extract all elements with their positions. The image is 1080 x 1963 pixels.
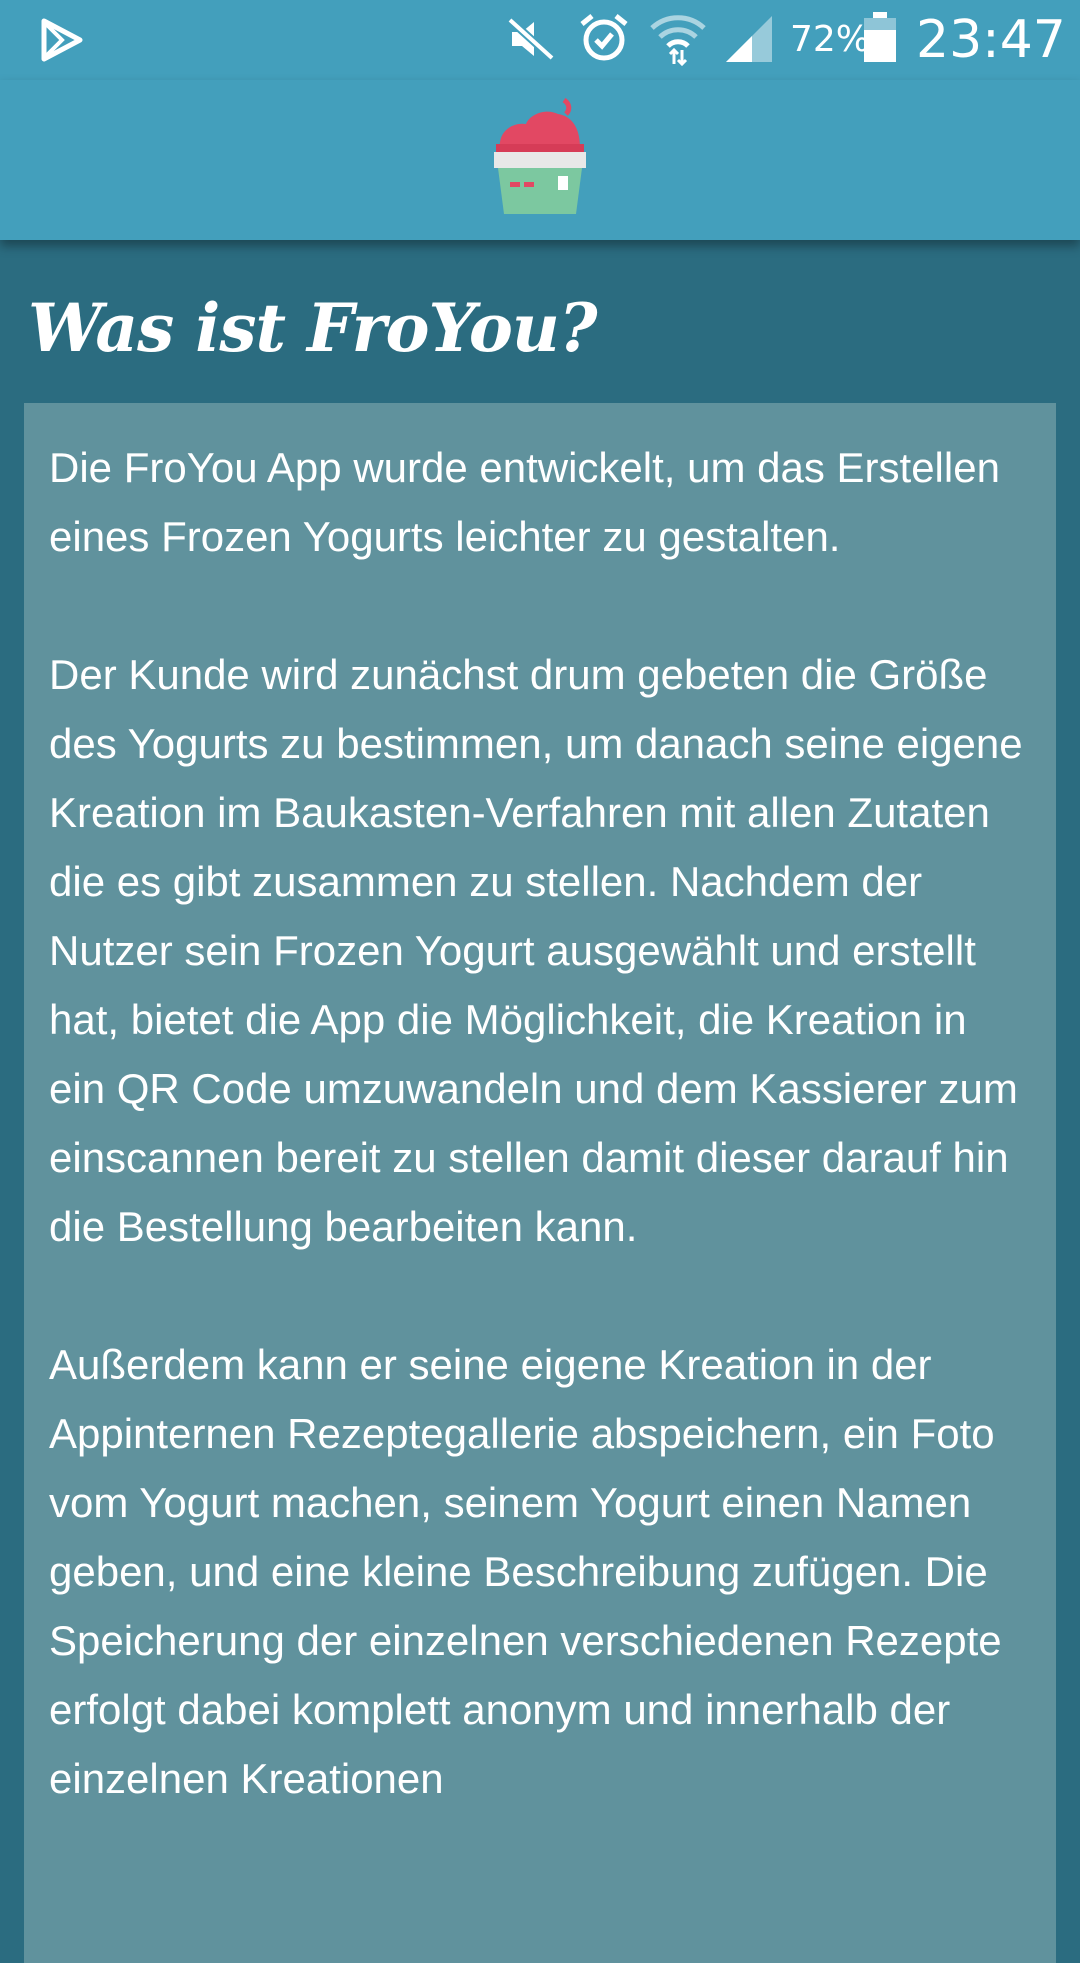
mute-icon [507, 17, 555, 61]
froyo-cup-icon[interactable] [490, 98, 590, 216]
page-title: Was ist FroYou? [28, 289, 598, 367]
battery-icon [864, 12, 896, 62]
content-card[interactable]: Die FroYou App wurde entwickelt, um das … [24, 403, 1056, 1963]
paragraph-recipe-gallery: Außerdem kann er seine eigene Kreation i… [49, 1341, 1002, 1802]
paragraph-intro: Die FroYou App wurde entwickelt, um das … [49, 444, 1000, 560]
status-bar: 72% 23:47 [0, 0, 1080, 80]
signal-icon [726, 16, 772, 62]
play-store-icon [41, 18, 83, 62]
clock: 23:47 [916, 10, 1066, 70]
alarm-icon [580, 14, 628, 61]
wifi-icon [650, 15, 706, 66]
battery-percentage: 72% [790, 19, 871, 60]
app-bar [0, 80, 1080, 240]
paragraph-customer-flow: Der Kunde wird zunächst drum gebeten die… [49, 651, 1023, 1250]
